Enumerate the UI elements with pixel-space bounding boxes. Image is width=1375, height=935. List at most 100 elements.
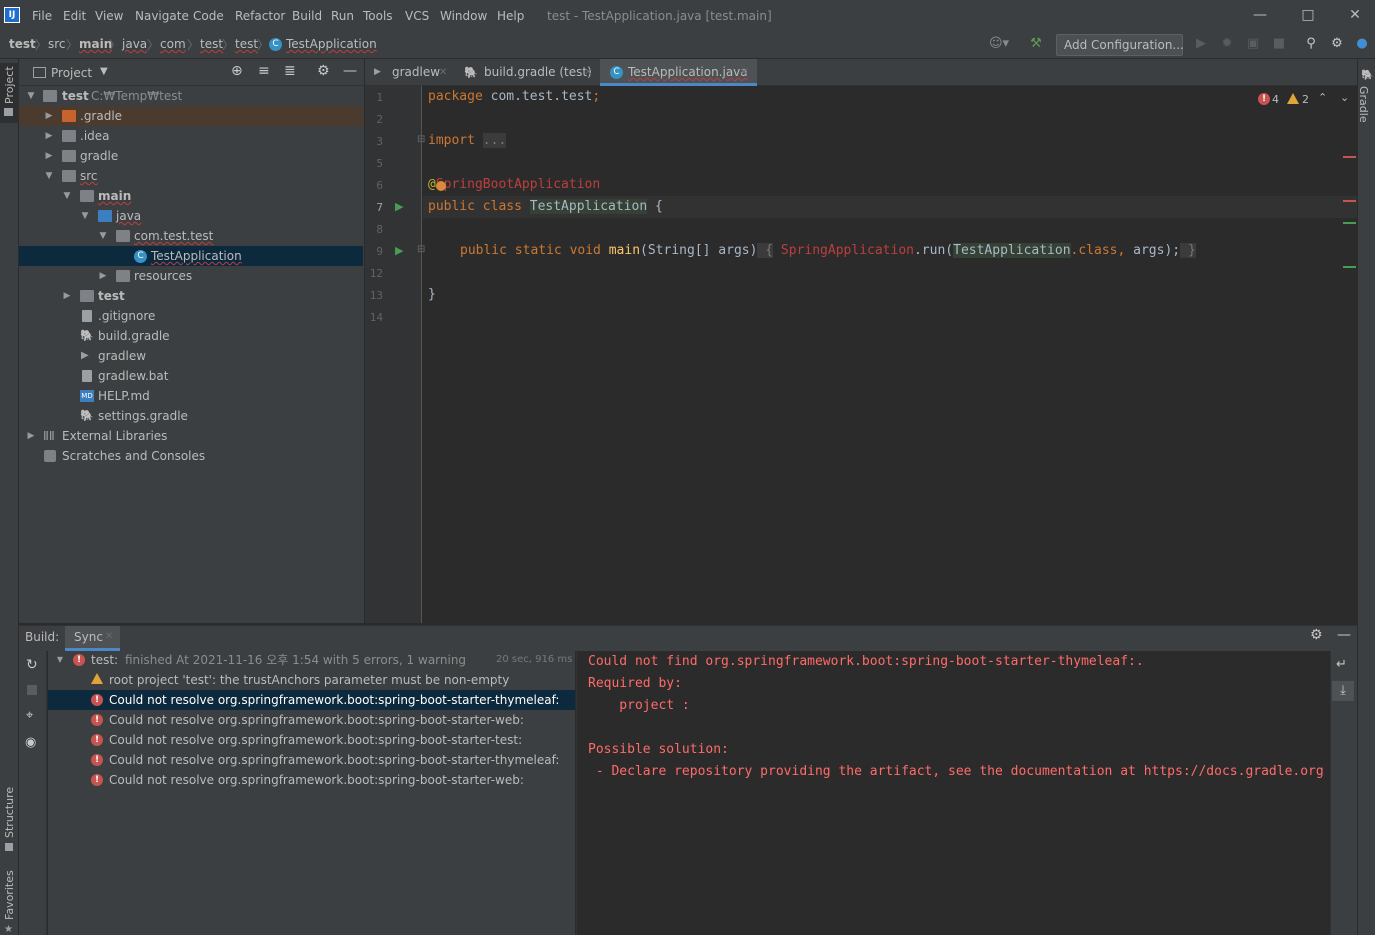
close-tab-icon[interactable]: ✕: [439, 59, 447, 86]
tree-item-idea[interactable]: ▶ .idea: [19, 126, 363, 146]
error-count[interactable]: 4: [1272, 93, 1279, 106]
coverage-icon[interactable]: ▣: [1244, 35, 1262, 53]
chevron-down-icon[interactable]: ▼: [25, 86, 37, 106]
breadcrumb-src[interactable]: src: [48, 37, 66, 51]
tree-item-resources[interactable]: ▶ resources: [19, 266, 363, 286]
close-tab-icon[interactable]: ✕: [740, 59, 748, 86]
error-count-icon[interactable]: !: [1258, 93, 1270, 105]
chevron-down-icon[interactable]: ▼: [97, 226, 109, 246]
stripe-mark[interactable]: [1343, 266, 1356, 268]
gradle-tool-label[interactable]: Gradle: [1357, 86, 1370, 123]
chevron-down-icon[interactable]: ▼: [100, 66, 108, 77]
warning-count-icon[interactable]: [1287, 93, 1299, 104]
build-message-row[interactable]: ! Could not resolve org.springframework.…: [48, 730, 575, 750]
chevron-down-icon[interactable]: ▼: [54, 650, 66, 670]
debug-icon[interactable]: ✹: [1218, 35, 1236, 53]
tab-build-gradle[interactable]: 🐘 build.gradle (test) ✕: [457, 59, 600, 86]
chevron-right-icon[interactable]: ▶: [43, 146, 55, 166]
menu-code[interactable]: Code: [193, 9, 224, 23]
code-editor[interactable]: [423, 86, 1357, 623]
tree-item-external-libraries[interactable]: ▶ ⅡⅡ External Libraries: [19, 426, 363, 446]
settings-gear-icon[interactable]: ⚙: [1328, 35, 1346, 53]
chevron-down-icon[interactable]: ▼: [43, 166, 55, 186]
menu-view[interactable]: View: [95, 9, 123, 23]
menu-run[interactable]: Run: [331, 9, 354, 23]
project-view-title[interactable]: Project: [51, 66, 92, 80]
panel-settings-gear-icon[interactable]: ⚙: [317, 63, 330, 79]
sync-refresh-icon[interactable]: ↻: [26, 657, 38, 673]
breadcrumb-test-pkg-2[interactable]: test: [235, 37, 258, 51]
tree-item-gradlew-bat[interactable]: gradlew.bat: [19, 366, 363, 386]
build-settings-gear-icon[interactable]: ⚙: [1310, 627, 1323, 643]
breadcrumb-com[interactable]: com: [160, 37, 186, 51]
tree-item-root[interactable]: ▼ test C:₩Temp₩test: [19, 86, 363, 106]
previous-highlight-icon[interactable]: ⌃: [1318, 91, 1327, 104]
minimize-icon[interactable]: —: [1250, 6, 1270, 24]
tree-item-gradle-hidden[interactable]: ▶ .gradle: [19, 106, 363, 126]
error-stripe-mark[interactable]: [1343, 156, 1356, 158]
chevron-right-icon[interactable]: ▶: [97, 266, 109, 286]
menu-window[interactable]: Window: [440, 9, 487, 23]
stop-icon[interactable]: [27, 685, 37, 695]
chevron-right-icon[interactable]: ▶: [43, 106, 55, 126]
chevron-down-icon[interactable]: ▼: [79, 206, 91, 226]
structure-tool-label[interactable]: Structure: [3, 787, 16, 838]
tree-item-main[interactable]: ▼ main: [19, 186, 363, 206]
tree-item-src[interactable]: ▼ src: [19, 166, 363, 186]
close-tab-icon[interactable]: ✕: [105, 631, 113, 642]
tab-testapplication-java[interactable]: C TestApplication.java ✕: [600, 59, 757, 86]
chevron-right-icon[interactable]: ▶: [43, 126, 55, 146]
pin-icon[interactable]: ⌖: [26, 708, 33, 723]
run-gutter-icon[interactable]: ▶: [395, 200, 403, 213]
menu-refactor[interactable]: Refactor: [235, 9, 285, 23]
chevron-down-icon[interactable]: ▼: [61, 186, 73, 206]
breadcrumb-testapplication[interactable]: TestApplication: [286, 37, 377, 51]
close-tab-icon[interactable]: ✕: [584, 59, 592, 86]
breadcrumb-main[interactable]: main: [79, 37, 112, 51]
tree-item-settings-gradle[interactable]: 🐘 settings.gradle: [19, 406, 363, 426]
build-summary-row[interactable]: ▼ ! test: finished At 2021-11-16 오후 1:54…: [48, 650, 575, 670]
menu-build[interactable]: Build: [292, 9, 322, 23]
search-icon[interactable]: ⚲: [1302, 35, 1320, 53]
project-tool-label[interactable]: Project: [3, 66, 16, 104]
hide-panel-icon[interactable]: —: [343, 63, 357, 79]
breadcrumb-test-pkg[interactable]: test: [200, 37, 223, 51]
menu-edit[interactable]: Edit: [63, 9, 86, 23]
run-icon[interactable]: ▶: [1192, 35, 1210, 53]
close-window-icon[interactable]: ✕: [1345, 6, 1365, 24]
warning-count[interactable]: 2: [1302, 93, 1309, 106]
eye-icon[interactable]: ◉: [25, 735, 36, 750]
menu-file[interactable]: File: [32, 9, 52, 23]
tree-item-scratches[interactable]: Scratches and Consoles: [19, 446, 363, 466]
hide-panel-icon[interactable]: —: [1337, 627, 1351, 643]
sync-tab-label[interactable]: Sync: [74, 630, 103, 644]
tree-item-gradle[interactable]: ▶ gradle: [19, 146, 363, 166]
tree-item-gradlew[interactable]: ▶ gradlew: [19, 346, 363, 366]
jetbrains-toolbox-icon[interactable]: ●: [1353, 35, 1371, 53]
chevron-right-icon[interactable]: ▶: [25, 426, 37, 446]
favorites-tool-label[interactable]: Favorites: [3, 870, 16, 920]
intellij-app-icon[interactable]: IJ: [4, 7, 20, 23]
menu-vcs[interactable]: VCS: [405, 9, 429, 23]
add-configuration-button[interactable]: Add Configuration...: [1056, 34, 1184, 56]
tree-item-gitignore[interactable]: .gitignore: [19, 306, 363, 326]
stop-icon[interactable]: ■: [1270, 35, 1288, 53]
menu-tools[interactable]: Tools: [363, 9, 393, 23]
build-hammer-icon[interactable]: ⚒: [1027, 35, 1045, 53]
locate-target-icon[interactable]: ⊕: [231, 63, 243, 79]
tab-gradlew[interactable]: ▶ gradlew ✕: [365, 59, 457, 86]
chevron-right-icon[interactable]: ▶: [61, 286, 73, 306]
maximize-icon[interactable]: □: [1298, 6, 1318, 24]
tree-item-testapplication[interactable]: C TestApplication: [19, 246, 363, 266]
stripe-mark[interactable]: [1343, 222, 1356, 224]
tree-item-package[interactable]: ▼ com.test.test: [19, 226, 363, 246]
build-message-row[interactable]: ! Could not resolve org.springframework.…: [48, 770, 575, 790]
breadcrumb-java[interactable]: java: [122, 37, 147, 51]
build-message-row[interactable]: ! Could not resolve org.springframework.…: [48, 710, 575, 730]
tree-item-help-md[interactable]: MD HELP.md: [19, 386, 363, 406]
scroll-to-end-icon[interactable]: ⤓: [1332, 681, 1354, 701]
build-message-row[interactable]: root project 'test': the trustAnchors pa…: [48, 670, 575, 690]
error-stripe-mark[interactable]: [1343, 200, 1356, 202]
fold-icon[interactable]: ⊟: [417, 244, 425, 255]
fold-icon[interactable]: ⊟: [417, 134, 425, 145]
